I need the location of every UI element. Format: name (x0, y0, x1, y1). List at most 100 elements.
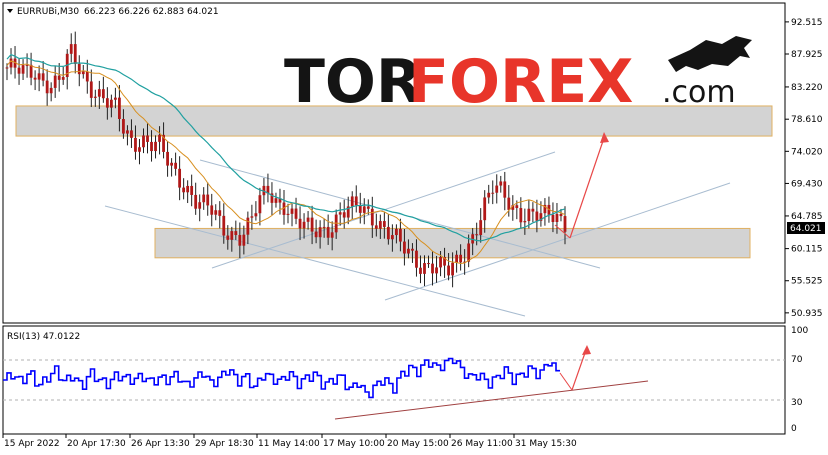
candle-body (483, 197, 487, 221)
candle-body (93, 96, 97, 98)
time-tick-label: 29 Apr 18:30 (195, 439, 254, 449)
price-tick-label: 78.610 (791, 115, 823, 125)
candle-body (475, 234, 479, 236)
candle-body (242, 234, 246, 246)
candle-body (390, 235, 394, 240)
trading-chart[interactable]: TOR FOREX .com EURRUBi,M30 66.223 66.226… (0, 0, 828, 455)
candle-body (218, 210, 222, 216)
candle-body (17, 67, 21, 74)
symbol-label: EURRUBi,M30 (17, 7, 79, 17)
time-tick-label: 20 Apr 17:30 (67, 439, 126, 449)
candle-body (69, 44, 73, 54)
candle-body (306, 217, 310, 222)
candle-body (178, 168, 182, 188)
candle-body (314, 231, 318, 238)
candle-body (294, 208, 298, 219)
candle-body (222, 215, 226, 236)
candle-body (479, 220, 483, 235)
candle-body (507, 197, 511, 210)
candle-body (146, 135, 149, 142)
ohlc-values: 66.223 66.226 62.883 64.021 (84, 7, 219, 17)
price-tick-label: 55.525 (791, 277, 823, 287)
candle-body (370, 208, 374, 226)
candle-body (411, 248, 414, 251)
candle-body (198, 202, 202, 209)
candle-body (427, 263, 430, 265)
candle-body (45, 80, 49, 94)
candle-body (491, 192, 495, 194)
candle-body (134, 137, 137, 152)
candle-body (61, 77, 65, 80)
candle-body (150, 141, 153, 152)
candle-body (503, 181, 507, 198)
candle-body (435, 267, 438, 274)
candle-body (362, 206, 366, 213)
candle-body (403, 241, 406, 254)
candle-body (431, 263, 434, 274)
rsi-title: RSI(13) 47.0122 (7, 332, 80, 342)
candle-body (531, 208, 535, 212)
candle-body (109, 99, 113, 108)
candle-body (105, 98, 109, 108)
candle-body (467, 243, 471, 262)
candle-body (358, 205, 362, 213)
candle-body (238, 235, 242, 246)
candle-body (394, 228, 398, 236)
candle-body (254, 213, 258, 217)
candle-body (415, 250, 418, 268)
candle-body (258, 195, 262, 214)
candle-body (447, 265, 450, 276)
candle-body (354, 196, 358, 206)
candle-body (85, 71, 89, 82)
logo-com: .com (662, 75, 736, 110)
rsi-level-100: 100 (791, 326, 808, 336)
candle-body (190, 185, 194, 195)
candle-body (322, 226, 326, 228)
time-tick-label: 15 Apr 2022 (4, 439, 60, 449)
time-tick-label: 11 May 14:00 (258, 439, 320, 449)
time-tick-label: 26 May 11:00 (451, 439, 513, 449)
candle-body (174, 162, 178, 169)
price-tick-label: 74.020 (791, 147, 823, 157)
candle-body (210, 205, 214, 215)
candle-body (451, 262, 454, 276)
candle-body (495, 185, 499, 193)
candle-body (499, 181, 503, 186)
candle-body (113, 97, 117, 100)
price-tick-label: 50.935 (791, 309, 823, 319)
time-tick-label: 17 May 10:00 (323, 439, 385, 449)
candle-body (338, 212, 342, 215)
resistance-zone (15, 105, 773, 137)
candle-body (77, 63, 81, 75)
candle-body (423, 263, 426, 274)
candle-body (230, 231, 234, 240)
candle-body (73, 44, 77, 64)
candle-body (555, 213, 559, 223)
candle-body (350, 196, 354, 207)
candle-body (342, 212, 346, 218)
price-tick-label: 83.220 (791, 83, 823, 93)
rsi-level-70: 70 (791, 355, 803, 365)
time-axis: 15 Apr 2022 20 Apr 17:30 26 Apr 13:30 29 Ap… (2, 434, 577, 449)
candle-body (186, 185, 190, 193)
candle-body (459, 254, 463, 263)
candle-body (439, 256, 442, 268)
rsi-level-0: 0 (791, 424, 797, 434)
candle-body (89, 81, 93, 98)
candle-body (194, 194, 198, 209)
candle-body (374, 225, 378, 229)
candle-body (138, 147, 141, 152)
price-tick-label: 64.785 (791, 212, 823, 222)
candle-body (551, 214, 555, 223)
candle-body (523, 221, 527, 223)
candle-body (330, 232, 334, 238)
rsi-level-30: 30 (791, 398, 803, 408)
candle-body (286, 213, 290, 215)
candle-body (250, 216, 254, 218)
candle-body (318, 227, 322, 238)
candle-body (382, 221, 386, 227)
candle-body (41, 73, 45, 81)
candle-body (326, 226, 330, 238)
candle-body (166, 151, 169, 166)
candle-body (170, 162, 173, 166)
